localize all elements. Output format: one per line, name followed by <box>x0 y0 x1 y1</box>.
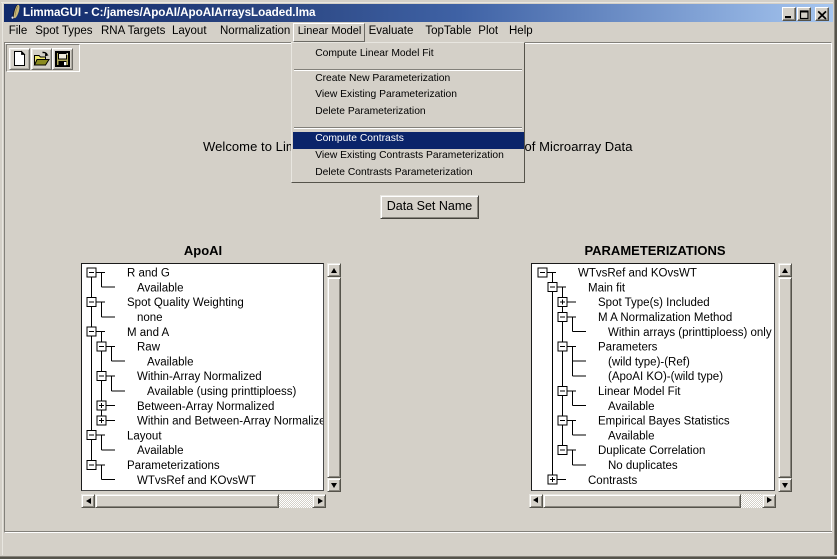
svg-text:(wild type)-(Ref): (wild type)-(Ref) <box>608 356 690 368</box>
svg-text:Within and Between-Array Norma: Within and Between-Array Normalized <box>137 416 323 428</box>
svg-text:Available (using printtiploess: Available (using printtiploess) <box>147 386 297 398</box>
svg-text:Available: Available <box>608 430 654 442</box>
svg-text:Spot Type(s) Included: Spot Type(s) Included <box>598 297 710 309</box>
svg-text:Available: Available <box>608 401 654 413</box>
svg-text:Parameterizations: Parameterizations <box>127 460 220 472</box>
svg-text:Available: Available <box>137 445 183 457</box>
svg-text:(ApoAI KO)-(wild type): (ApoAI KO)-(wild type) <box>608 371 723 383</box>
svg-text:R and G: R and G <box>127 268 170 280</box>
svg-text:Linear Model Fit: Linear Model Fit <box>598 386 681 398</box>
svg-text:Within arrays (printtiploess): Within arrays (printtiploess) only <box>608 327 772 339</box>
svg-text:Spot Quality Weighting: Spot Quality Weighting <box>127 297 244 309</box>
svg-text:Available: Available <box>137 282 183 294</box>
svg-text:Within-Array Normalized: Within-Array Normalized <box>137 371 262 383</box>
svg-text:Main fit: Main fit <box>588 282 626 294</box>
svg-text:M and A: M and A <box>127 327 170 339</box>
svg-text:Duplicate Correlation: Duplicate Correlation <box>598 445 705 457</box>
svg-text:Raw: Raw <box>137 342 161 354</box>
svg-text:Empirical Bayes Statistics: Empirical Bayes Statistics <box>598 416 730 428</box>
svg-text:No duplicates: No duplicates <box>608 460 678 472</box>
svg-text:Contrasts: Contrasts <box>588 475 637 487</box>
svg-text:Parameters: Parameters <box>598 342 658 354</box>
svg-text:none: none <box>137 312 163 324</box>
svg-text:Available: Available <box>147 356 193 368</box>
svg-text:M A Normalization Method: M A Normalization Method <box>598 312 732 324</box>
svg-text:Between-Array Normalized: Between-Array Normalized <box>137 401 274 413</box>
svg-text:WTvsRef and KOvsWT: WTvsRef and KOvsWT <box>578 268 697 280</box>
svg-text:WTvsRef and KOvsWT: WTvsRef and KOvsWT <box>137 475 256 487</box>
svg-text:Layout: Layout <box>127 430 162 442</box>
